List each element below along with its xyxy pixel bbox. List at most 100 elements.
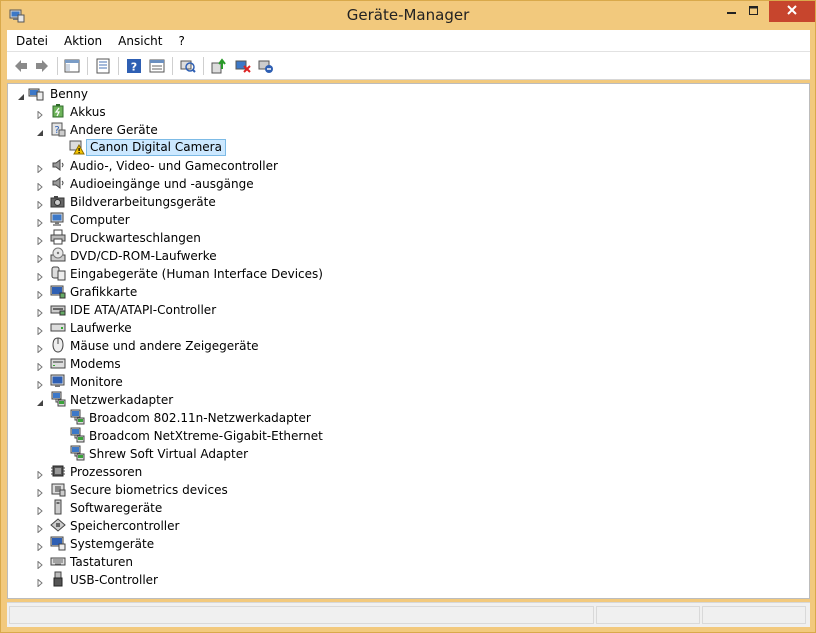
tree-category-label[interactable]: Akkus <box>70 104 106 120</box>
tree-category-row[interactable]: IDE ATA/ATAPI-Controller <box>8 301 808 319</box>
tree-category-row[interactable]: Eingabegeräte (Human Interface Devices) <box>8 265 808 283</box>
expand-arrow-icon[interactable] <box>36 306 44 318</box>
tree-category-label[interactable]: IDE ATA/ATAPI-Controller <box>70 302 216 318</box>
tree-device-label[interactable]: Shrew Soft Virtual Adapter <box>89 446 248 462</box>
tree-category-row[interactable]: USB-Controller <box>8 571 808 589</box>
tree-category-row[interactable]: Laufwerke <box>8 319 808 337</box>
menu-ansicht[interactable]: Ansicht <box>110 34 170 48</box>
tree-category-label[interactable]: Bildverarbeitungsgeräte <box>70 194 216 210</box>
tree-category-row[interactable]: Grafikkarte <box>8 283 808 301</box>
tree-category-label[interactable]: DVD/CD-ROM-Laufwerke <box>70 248 217 264</box>
tree-device-row[interactable]: Shrew Soft Virtual Adapter <box>8 445 808 463</box>
tree-category-label[interactable]: Netzwerkadapter <box>70 392 173 408</box>
tree-device-row[interactable]: Broadcom 802.11n-Netzwerkadapter <box>8 409 808 427</box>
tree-category-label[interactable]: Laufwerke <box>70 320 132 336</box>
menu-help[interactable]: ? <box>170 34 192 48</box>
menu-datei[interactable]: Datei <box>7 34 56 48</box>
tree-category-label[interactable]: Computer <box>70 212 130 228</box>
expand-arrow-icon[interactable] <box>36 180 44 192</box>
tree-category-row[interactable]: Bildverarbeitungsgeräte <box>8 193 808 211</box>
tree-category-row[interactable]: Druckwarteschlangen <box>8 229 808 247</box>
collapse-arrow-icon[interactable] <box>36 396 44 406</box>
properties-button[interactable] <box>93 56 113 76</box>
expand-arrow-icon[interactable] <box>36 216 44 228</box>
printer-icon <box>50 229 66 245</box>
tree-category-row[interactable]: ? Andere Geräte <box>8 121 808 139</box>
maximize-button[interactable] <box>741 1 767 22</box>
expand-arrow-icon[interactable] <box>36 342 44 354</box>
expand-arrow-icon[interactable] <box>36 324 44 336</box>
tree-category-label[interactable]: Grafikkarte <box>70 284 137 300</box>
expand-arrow-icon[interactable] <box>36 270 44 282</box>
tree-category-row[interactable]: Audio-, Video- und Gamecontroller <box>8 157 808 175</box>
title-bar[interactable]: Geräte-Manager <box>1 1 815 30</box>
device-tree[interactable]: Benny Akkus? Andere Geräte Canon Digital Ca… <box>7 83 810 599</box>
tree-category-label[interactable]: Monitore <box>70 374 123 390</box>
expand-arrow-icon[interactable] <box>36 540 44 552</box>
expand-arrow-icon[interactable] <box>36 252 44 264</box>
expand-arrow-icon[interactable] <box>36 162 44 174</box>
expand-arrow-icon[interactable] <box>36 468 44 480</box>
tree-category-row[interactable]: Modems <box>8 355 808 373</box>
update-driver-button[interactable] <box>209 56 229 76</box>
tree-category-label[interactable]: Druckwarteschlangen <box>70 230 201 246</box>
tree-category-label[interactable]: Modems <box>70 356 121 372</box>
tree-device-label[interactable]: Broadcom 802.11n-Netzwerkadapter <box>89 410 311 426</box>
expand-arrow-icon[interactable] <box>36 288 44 300</box>
tree-category-row[interactable]: Mäuse und andere Zeigegeräte <box>8 337 808 355</box>
tree-category-row[interactable]: Tastaturen <box>8 553 808 571</box>
tree-category-row[interactable]: Systemgeräte <box>8 535 808 553</box>
tree-category-row[interactable]: Softwaregeräte <box>8 499 808 517</box>
tree-category-label[interactable]: Eingabegeräte (Human Interface Devices) <box>70 266 323 282</box>
tree-category-label[interactable]: Systemgeräte <box>70 536 154 552</box>
expand-arrow-icon[interactable] <box>36 108 44 120</box>
tree-category-row[interactable]: Computer <box>8 211 808 229</box>
show-hide-console-button[interactable] <box>62 56 82 76</box>
expand-arrow-icon[interactable] <box>36 504 44 516</box>
expand-arrow-icon[interactable] <box>36 486 44 498</box>
scan-hardware-button[interactable] <box>178 56 198 76</box>
view-button[interactable] <box>147 56 167 76</box>
tree-category-label[interactable]: Prozessoren <box>70 464 142 480</box>
tree-category-row[interactable]: Speichercontroller <box>8 517 808 535</box>
tree-category-row[interactable]: Monitore <box>8 373 808 391</box>
expand-arrow-icon[interactable] <box>36 360 44 372</box>
uninstall-device-button[interactable] <box>256 56 276 76</box>
tree-category-row[interactable]: Akkus <box>8 103 808 121</box>
tree-device-row[interactable]: Canon Digital Camera <box>8 139 808 157</box>
menu-aktion[interactable]: Aktion <box>56 34 110 48</box>
tree-category-label[interactable]: USB-Controller <box>70 572 158 588</box>
back-button[interactable] <box>11 56 31 76</box>
tree-category-label[interactable]: Audio-, Video- und Gamecontroller <box>70 158 278 174</box>
tree-category-row[interactable]: Netzwerkadapter <box>8 391 808 409</box>
tree-device-label[interactable]: Broadcom NetXtreme-Gigabit-Ethernet <box>89 428 323 444</box>
forward-button[interactable] <box>32 56 52 76</box>
tree-category-label[interactable]: Mäuse und andere Zeigegeräte <box>70 338 259 354</box>
expand-arrow-icon[interactable] <box>36 378 44 390</box>
tree-category-row[interactable]: Secure biometrics devices <box>8 481 808 499</box>
tree-device-label[interactable]: Canon Digital Camera <box>86 139 226 156</box>
expand-arrow-icon[interactable] <box>36 198 44 210</box>
tree-category-row[interactable]: Prozessoren <box>8 463 808 481</box>
storage-controller-icon <box>50 517 66 533</box>
tree-category-label[interactable]: Tastaturen <box>70 554 133 570</box>
tree-category-label[interactable]: Secure biometrics devices <box>70 482 228 498</box>
tree-category-label[interactable]: Speichercontroller <box>70 518 179 534</box>
disable-device-button[interactable] <box>233 56 253 76</box>
tree-root-row[interactable]: Benny <box>8 85 808 103</box>
tree-root-label[interactable]: Benny <box>50 86 88 102</box>
tree-category-label[interactable]: Softwaregeräte <box>70 500 162 516</box>
tree-category-row[interactable]: DVD/CD-ROM-Laufwerke <box>8 247 808 265</box>
tree-category-label[interactable]: Audioeingänge und -ausgänge <box>70 176 254 192</box>
close-button[interactable] <box>769 1 815 22</box>
collapse-arrow-icon[interactable] <box>36 126 44 136</box>
help-button[interactable]: ? <box>124 56 144 76</box>
expand-arrow-icon[interactable] <box>36 558 44 570</box>
expand-arrow-icon[interactable] <box>36 576 44 588</box>
collapse-arrow-icon[interactable] <box>17 90 25 100</box>
expand-arrow-icon[interactable] <box>36 522 44 534</box>
tree-device-row[interactable]: Broadcom NetXtreme-Gigabit-Ethernet <box>8 427 808 445</box>
tree-category-label[interactable]: Andere Geräte <box>70 122 158 138</box>
tree-category-row[interactable]: Audioeingänge und -ausgänge <box>8 175 808 193</box>
expand-arrow-icon[interactable] <box>36 234 44 246</box>
